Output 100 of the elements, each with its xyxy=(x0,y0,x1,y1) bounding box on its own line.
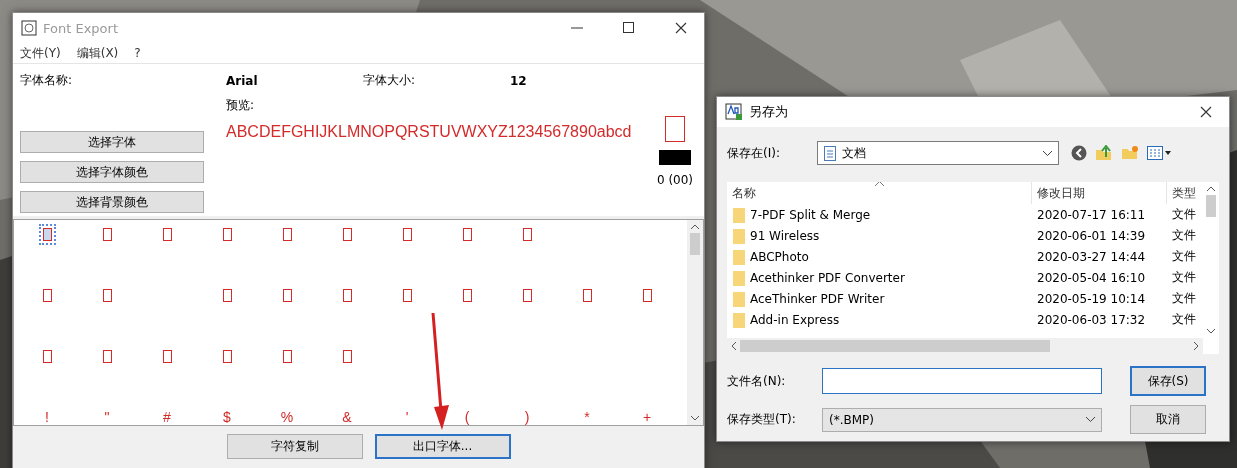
missing-glyph-icon[interactable] xyxy=(522,228,532,241)
action-button[interactable]: 出口字体... xyxy=(374,434,511,459)
filename-label: 文件名(N): xyxy=(727,372,787,390)
menu-item[interactable]: 编辑(X) xyxy=(76,44,119,62)
preview-text: ABCDEFGHIJKLMNOPQRSTUVWXYZ1234567890abcd xyxy=(226,123,633,141)
missing-glyph-icon[interactable] xyxy=(522,289,532,302)
scroll-right-icon[interactable] xyxy=(1194,342,1199,350)
file-row[interactable]: ABCPhoto 2020-03-27 14:44 文件 xyxy=(727,246,1203,267)
file-name: Add-in Express xyxy=(750,312,840,327)
glyph-cell[interactable]: " xyxy=(104,409,110,424)
glyph-cell[interactable]: + xyxy=(642,409,652,424)
filetype-label: 保存类型(T): xyxy=(727,411,797,428)
folder-icon xyxy=(732,227,746,244)
glyph-cell[interactable]: ) xyxy=(524,409,530,424)
menu-item[interactable]: ? xyxy=(134,46,141,60)
glyph-cell[interactable]: & xyxy=(342,409,352,424)
location-label: 保存在(I): xyxy=(727,144,781,162)
close-icon xyxy=(675,22,687,34)
file-name: AceThinker PDF Writer xyxy=(750,291,885,306)
side-button[interactable]: 选择背景颜色 xyxy=(20,191,204,213)
close-icon xyxy=(1200,106,1212,118)
glyph-cell[interactable]: * xyxy=(584,409,590,424)
preview-label: 预览: xyxy=(226,97,256,114)
folder-icon xyxy=(732,206,746,223)
window-title: Font Export xyxy=(43,20,119,36)
cancel-button[interactable]: 取消 xyxy=(1130,405,1206,434)
scroll-thumb[interactable] xyxy=(1206,195,1216,217)
modified-date: 2020-06-01 14:39 xyxy=(1037,228,1146,243)
missing-glyph-icon[interactable] xyxy=(282,289,292,302)
missing-glyph-icon[interactable] xyxy=(102,289,112,302)
file-row[interactable]: Add-in Express 2020-06-03 17:32 文件 xyxy=(727,309,1203,330)
menu-item[interactable]: 文件(Y) xyxy=(20,44,61,62)
scroll-thumb[interactable] xyxy=(690,233,700,255)
scrollbar[interactable] xyxy=(687,220,703,425)
scroll-thumb[interactable] xyxy=(740,340,1050,352)
font-name-label: 字体名称: xyxy=(20,72,74,89)
file-row[interactable]: 7-PDF Split & Merge 2020-07-17 16:11 文件 xyxy=(727,204,1203,225)
app-icon xyxy=(725,103,743,121)
missing-glyph-icon[interactable] xyxy=(342,289,352,302)
missing-glyph-icon[interactable] xyxy=(582,289,592,302)
glyph-cell[interactable]: % xyxy=(280,409,294,424)
missing-glyph-icon[interactable] xyxy=(162,350,172,363)
glyph-cell[interactable]: $ xyxy=(223,409,231,424)
missing-glyph-icon[interactable] xyxy=(402,228,412,241)
glyph-cell[interactable]: ! xyxy=(45,409,49,424)
file-name: ABCPhoto xyxy=(750,249,809,264)
save-button[interactable]: 保存(S) xyxy=(1130,366,1206,396)
back-icon[interactable] xyxy=(1071,145,1087,161)
missing-glyph-icon[interactable] xyxy=(222,228,232,241)
font-size-label: 字体大小: xyxy=(363,72,417,89)
file-type: 文件 xyxy=(1172,206,1196,223)
file-type: 文件 xyxy=(1172,227,1196,244)
scroll-down-icon[interactable] xyxy=(1207,329,1215,334)
file-type: 文件 xyxy=(1172,290,1196,307)
missing-glyph-icon[interactable] xyxy=(642,289,652,302)
location-dropdown[interactable]: 文档 xyxy=(817,141,1059,165)
modified-date: 2020-06-03 17:32 xyxy=(1037,312,1146,327)
file-name: 7-PDF Split & Merge xyxy=(750,207,871,222)
missing-glyph-icon[interactable] xyxy=(222,289,232,302)
file-row[interactable]: AceThinker PDF Writer 2020-05-19 10:14 文件 xyxy=(727,288,1203,309)
missing-glyph-icon[interactable] xyxy=(402,289,412,302)
side-button[interactable]: 选择字体颜色 xyxy=(20,161,204,183)
action-button[interactable]: 字符复制 xyxy=(226,434,363,459)
modified-date: 2020-03-27 14:44 xyxy=(1037,249,1146,264)
missing-glyph-icon[interactable] xyxy=(222,350,232,363)
glyph-cell[interactable]: ( xyxy=(464,409,470,424)
missing-glyph-icon[interactable] xyxy=(162,228,172,241)
column-header[interactable]: 名称 xyxy=(727,182,1032,204)
minimize-icon xyxy=(571,27,583,29)
scroll-down-icon[interactable] xyxy=(691,416,699,421)
missing-glyph-icon[interactable] xyxy=(102,228,112,241)
folder-icon xyxy=(732,311,746,328)
modified-date: 2020-05-04 16:10 xyxy=(1037,270,1146,285)
filetype-dropdown[interactable]: (*.BMP) xyxy=(822,407,1102,432)
file-type: 文件 xyxy=(1172,248,1196,265)
missing-glyph-icon[interactable] xyxy=(102,350,112,363)
missing-glyph-icon[interactable] xyxy=(282,228,292,241)
horizontal-scrollbar[interactable] xyxy=(727,338,1203,354)
scroll-up-icon[interactable] xyxy=(691,224,699,229)
file-row[interactable]: Acethinker PDF Converter 2020-05-04 16:10 文件 xyxy=(727,267,1203,288)
view-menu-icon[interactable] xyxy=(1147,146,1171,160)
file-row[interactable]: 91 Wireless 2020-06-01 14:39 文件 xyxy=(727,225,1203,246)
filename-field[interactable] xyxy=(822,368,1102,394)
missing-glyph-icon[interactable] xyxy=(282,350,292,363)
folder-up-icon[interactable] xyxy=(1095,145,1113,161)
missing-glyph-icon[interactable] xyxy=(42,350,52,363)
scroll-left-icon[interactable] xyxy=(731,342,736,350)
missing-glyph-icon[interactable] xyxy=(42,289,52,302)
folder-icon xyxy=(732,290,746,307)
glyph-cell[interactable]: ' xyxy=(405,409,409,424)
scroll-up-icon[interactable] xyxy=(1207,186,1215,191)
missing-glyph-icon[interactable] xyxy=(342,350,352,363)
background-color-swatch xyxy=(659,150,691,165)
file-name: Acethinker PDF Converter xyxy=(750,270,905,285)
missing-glyph-icon[interactable] xyxy=(342,228,352,241)
side-button[interactable]: 选择字体 xyxy=(20,131,204,153)
missing-glyph-icon[interactable] xyxy=(462,228,472,241)
glyph-cell[interactable]: # xyxy=(163,409,171,424)
missing-glyph-icon[interactable] xyxy=(462,289,472,302)
column-header[interactable]: 修改日期 xyxy=(1032,182,1167,204)
